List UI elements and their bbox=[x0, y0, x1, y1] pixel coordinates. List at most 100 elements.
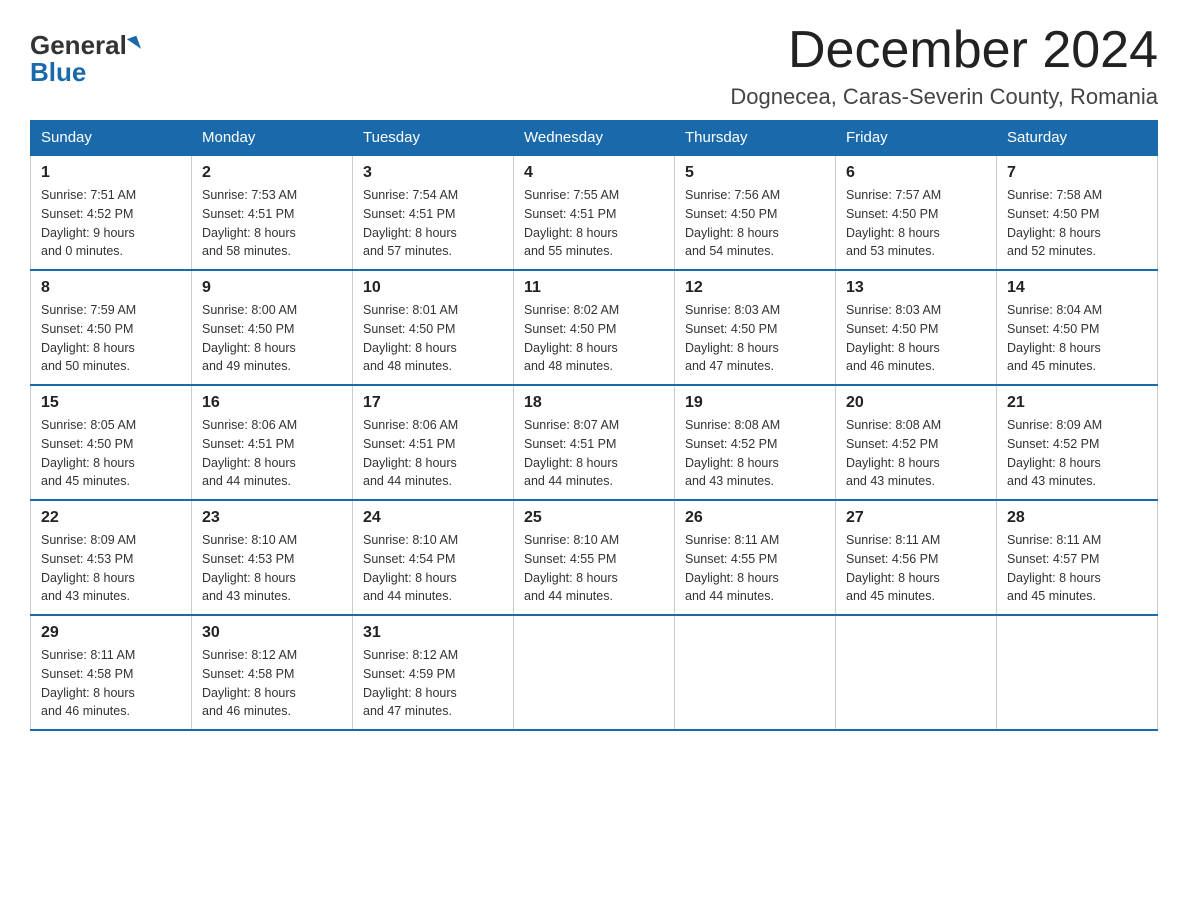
day-number: 9 bbox=[202, 279, 342, 297]
calendar-cell: 8 Sunrise: 7:59 AMSunset: 4:50 PMDayligh… bbox=[31, 270, 192, 385]
day-number: 3 bbox=[363, 164, 503, 182]
day-of-week-header: Friday bbox=[836, 121, 997, 156]
day-info: Sunrise: 8:12 AMSunset: 4:59 PMDaylight:… bbox=[363, 648, 458, 718]
calendar-cell: 26 Sunrise: 8:11 AMSunset: 4:55 PMDaylig… bbox=[675, 500, 836, 615]
day-info: Sunrise: 8:10 AMSunset: 4:55 PMDaylight:… bbox=[524, 533, 619, 603]
day-info: Sunrise: 7:51 AMSunset: 4:52 PMDaylight:… bbox=[41, 188, 136, 258]
calendar-cell bbox=[836, 615, 997, 730]
calendar-cell: 24 Sunrise: 8:10 AMSunset: 4:54 PMDaylig… bbox=[353, 500, 514, 615]
day-number: 29 bbox=[41, 624, 181, 642]
week-row: 1 Sunrise: 7:51 AMSunset: 4:52 PMDayligh… bbox=[31, 155, 1158, 270]
day-info: Sunrise: 7:59 AMSunset: 4:50 PMDaylight:… bbox=[41, 303, 136, 373]
calendar-cell: 7 Sunrise: 7:58 AMSunset: 4:50 PMDayligh… bbox=[997, 155, 1158, 270]
calendar-cell: 4 Sunrise: 7:55 AMSunset: 4:51 PMDayligh… bbox=[514, 155, 675, 270]
day-info: Sunrise: 8:05 AMSunset: 4:50 PMDaylight:… bbox=[41, 418, 136, 488]
day-number: 16 bbox=[202, 394, 342, 412]
day-info: Sunrise: 8:11 AMSunset: 4:58 PMDaylight:… bbox=[41, 648, 135, 718]
day-info: Sunrise: 8:03 AMSunset: 4:50 PMDaylight:… bbox=[685, 303, 780, 373]
day-number: 1 bbox=[41, 164, 181, 182]
calendar-cell: 25 Sunrise: 8:10 AMSunset: 4:55 PMDaylig… bbox=[514, 500, 675, 615]
day-number: 12 bbox=[685, 279, 825, 297]
day-info: Sunrise: 8:08 AMSunset: 4:52 PMDaylight:… bbox=[846, 418, 941, 488]
day-info: Sunrise: 8:12 AMSunset: 4:58 PMDaylight:… bbox=[202, 648, 297, 718]
day-number: 15 bbox=[41, 394, 181, 412]
day-info: Sunrise: 7:53 AMSunset: 4:51 PMDaylight:… bbox=[202, 188, 297, 258]
calendar-cell: 19 Sunrise: 8:08 AMSunset: 4:52 PMDaylig… bbox=[675, 385, 836, 500]
calendar-cell: 3 Sunrise: 7:54 AMSunset: 4:51 PMDayligh… bbox=[353, 155, 514, 270]
calendar-cell bbox=[997, 615, 1158, 730]
logo-arrow-icon bbox=[127, 35, 141, 52]
day-info: Sunrise: 8:07 AMSunset: 4:51 PMDaylight:… bbox=[524, 418, 619, 488]
day-number: 13 bbox=[846, 279, 986, 297]
day-number: 19 bbox=[685, 394, 825, 412]
day-info: Sunrise: 8:10 AMSunset: 4:54 PMDaylight:… bbox=[363, 533, 458, 603]
calendar-cell: 1 Sunrise: 7:51 AMSunset: 4:52 PMDayligh… bbox=[31, 155, 192, 270]
calendar-cell: 28 Sunrise: 8:11 AMSunset: 4:57 PMDaylig… bbox=[997, 500, 1158, 615]
header-row: SundayMondayTuesdayWednesdayThursdayFrid… bbox=[31, 121, 1158, 156]
calendar-cell: 2 Sunrise: 7:53 AMSunset: 4:51 PMDayligh… bbox=[192, 155, 353, 270]
day-of-week-header: Thursday bbox=[675, 121, 836, 156]
week-row: 22 Sunrise: 8:09 AMSunset: 4:53 PMDaylig… bbox=[31, 500, 1158, 615]
day-info: Sunrise: 8:00 AMSunset: 4:50 PMDaylight:… bbox=[202, 303, 297, 373]
day-of-week-header: Monday bbox=[192, 121, 353, 156]
week-row: 15 Sunrise: 8:05 AMSunset: 4:50 PMDaylig… bbox=[31, 385, 1158, 500]
day-number: 4 bbox=[524, 164, 664, 182]
day-info: Sunrise: 8:11 AMSunset: 4:57 PMDaylight:… bbox=[1007, 533, 1101, 603]
day-info: Sunrise: 8:09 AMSunset: 4:53 PMDaylight:… bbox=[41, 533, 136, 603]
calendar-cell: 14 Sunrise: 8:04 AMSunset: 4:50 PMDaylig… bbox=[997, 270, 1158, 385]
day-number: 23 bbox=[202, 509, 342, 527]
calendar-cell: 5 Sunrise: 7:56 AMSunset: 4:50 PMDayligh… bbox=[675, 155, 836, 270]
day-info: Sunrise: 8:11 AMSunset: 4:55 PMDaylight:… bbox=[685, 533, 779, 603]
calendar-cell: 20 Sunrise: 8:08 AMSunset: 4:52 PMDaylig… bbox=[836, 385, 997, 500]
calendar-cell: 30 Sunrise: 8:12 AMSunset: 4:58 PMDaylig… bbox=[192, 615, 353, 730]
day-info: Sunrise: 7:55 AMSunset: 4:51 PMDaylight:… bbox=[524, 188, 619, 258]
day-number: 11 bbox=[524, 279, 664, 297]
day-info: Sunrise: 8:10 AMSunset: 4:53 PMDaylight:… bbox=[202, 533, 297, 603]
day-number: 2 bbox=[202, 164, 342, 182]
day-number: 24 bbox=[363, 509, 503, 527]
calendar-cell: 13 Sunrise: 8:03 AMSunset: 4:50 PMDaylig… bbox=[836, 270, 997, 385]
day-info: Sunrise: 8:06 AMSunset: 4:51 PMDaylight:… bbox=[363, 418, 458, 488]
calendar-cell: 11 Sunrise: 8:02 AMSunset: 4:50 PMDaylig… bbox=[514, 270, 675, 385]
logo-blue: Blue bbox=[30, 57, 86, 88]
calendar-cell: 23 Sunrise: 8:10 AMSunset: 4:53 PMDaylig… bbox=[192, 500, 353, 615]
day-number: 6 bbox=[846, 164, 986, 182]
day-number: 30 bbox=[202, 624, 342, 642]
day-number: 5 bbox=[685, 164, 825, 182]
day-info: Sunrise: 7:56 AMSunset: 4:50 PMDaylight:… bbox=[685, 188, 780, 258]
month-title: December 2024 bbox=[730, 20, 1158, 80]
day-of-week-header: Saturday bbox=[997, 121, 1158, 156]
day-number: 26 bbox=[685, 509, 825, 527]
day-number: 20 bbox=[846, 394, 986, 412]
calendar-cell: 15 Sunrise: 8:05 AMSunset: 4:50 PMDaylig… bbox=[31, 385, 192, 500]
day-of-week-header: Sunday bbox=[31, 121, 192, 156]
calendar-cell: 12 Sunrise: 8:03 AMSunset: 4:50 PMDaylig… bbox=[675, 270, 836, 385]
calendar-table: SundayMondayTuesdayWednesdayThursdayFrid… bbox=[30, 120, 1158, 731]
day-number: 25 bbox=[524, 509, 664, 527]
calendar-cell: 22 Sunrise: 8:09 AMSunset: 4:53 PMDaylig… bbox=[31, 500, 192, 615]
day-info: Sunrise: 8:06 AMSunset: 4:51 PMDaylight:… bbox=[202, 418, 297, 488]
day-number: 22 bbox=[41, 509, 181, 527]
day-number: 18 bbox=[524, 394, 664, 412]
calendar-cell bbox=[675, 615, 836, 730]
calendar-cell: 17 Sunrise: 8:06 AMSunset: 4:51 PMDaylig… bbox=[353, 385, 514, 500]
title-section: December 2024 Dognecea, Caras-Severin Co… bbox=[730, 20, 1158, 110]
day-info: Sunrise: 7:54 AMSunset: 4:51 PMDaylight:… bbox=[363, 188, 458, 258]
location-title: Dognecea, Caras-Severin County, Romania bbox=[730, 84, 1158, 110]
day-info: Sunrise: 8:03 AMSunset: 4:50 PMDaylight:… bbox=[846, 303, 941, 373]
day-info: Sunrise: 8:11 AMSunset: 4:56 PMDaylight:… bbox=[846, 533, 940, 603]
calendar-cell: 21 Sunrise: 8:09 AMSunset: 4:52 PMDaylig… bbox=[997, 385, 1158, 500]
day-info: Sunrise: 8:08 AMSunset: 4:52 PMDaylight:… bbox=[685, 418, 780, 488]
day-number: 14 bbox=[1007, 279, 1147, 297]
day-number: 17 bbox=[363, 394, 503, 412]
day-info: Sunrise: 7:58 AMSunset: 4:50 PMDaylight:… bbox=[1007, 188, 1102, 258]
day-info: Sunrise: 7:57 AMSunset: 4:50 PMDaylight:… bbox=[846, 188, 941, 258]
week-row: 8 Sunrise: 7:59 AMSunset: 4:50 PMDayligh… bbox=[31, 270, 1158, 385]
day-number: 10 bbox=[363, 279, 503, 297]
calendar-cell bbox=[514, 615, 675, 730]
day-number: 21 bbox=[1007, 394, 1147, 412]
calendar-cell: 6 Sunrise: 7:57 AMSunset: 4:50 PMDayligh… bbox=[836, 155, 997, 270]
day-info: Sunrise: 8:02 AMSunset: 4:50 PMDaylight:… bbox=[524, 303, 619, 373]
day-number: 8 bbox=[41, 279, 181, 297]
day-number: 27 bbox=[846, 509, 986, 527]
